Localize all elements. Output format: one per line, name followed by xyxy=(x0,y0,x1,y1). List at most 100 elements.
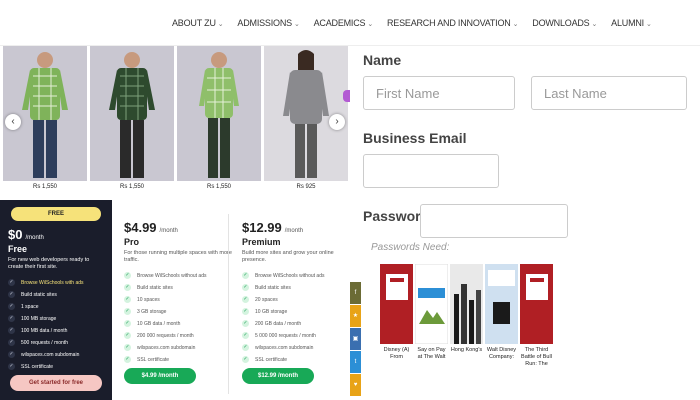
plan-price-amount: $12.99 xyxy=(242,220,282,235)
email-label: Business Email xyxy=(363,130,467,146)
feature-text: SSL certificate xyxy=(137,356,170,363)
feature-text: SSL certificate xyxy=(255,356,288,363)
book-item[interactable]: Walt Disney Company: xyxy=(485,264,518,361)
book-item[interactable]: Say on Pay at The Walt xyxy=(415,264,448,361)
carousel-next-button[interactable]: › xyxy=(329,114,345,130)
book-item[interactable]: The Third Battle of Bull Run: The xyxy=(520,264,553,368)
check-icon: ✓ xyxy=(124,272,131,280)
feature-text: 100 MB data / month xyxy=(21,327,68,334)
nav-admissions[interactable]: ADMISSIONS ⌄ xyxy=(237,18,299,28)
feature-text: wilspaces.com subdomain xyxy=(255,344,314,351)
twitter-icon[interactable]: t xyxy=(350,351,361,373)
first-name-placeholder: First Name xyxy=(376,85,440,101)
feature-list: ✓ Browse WilSchools with ads ✓ Build stati… xyxy=(8,279,104,371)
like-icon[interactable]: ♥ xyxy=(350,374,361,396)
product-card[interactable]: Rs 1,550 xyxy=(90,46,174,190)
check-icon: ✓ xyxy=(124,332,131,340)
feature-item: ✓ 200 GB data / month xyxy=(242,320,352,328)
check-icon: ✓ xyxy=(242,344,249,352)
check-icon: ✓ xyxy=(124,284,131,292)
check-icon: ✓ xyxy=(8,303,15,311)
book-title: Walt Disney Company: xyxy=(486,347,517,360)
book-title: Hong Kong's xyxy=(450,347,483,353)
book-item[interactable]: Hong Kong's xyxy=(450,264,483,354)
feature-item: ✓ 5 000 000 requests / month xyxy=(242,332,352,340)
feature-text: Browse WilSchools with ads xyxy=(21,279,84,286)
password-field[interactable] xyxy=(420,204,568,238)
first-name-field[interactable]: First Name xyxy=(363,76,515,110)
buy-premium-button[interactable]: $12.99 /month xyxy=(242,368,314,385)
feature-item: ✓ wilspaces.com subdomain xyxy=(242,344,352,352)
chevron-left-icon: ‹ xyxy=(11,116,15,127)
check-icon: ✓ xyxy=(242,296,249,304)
check-icon: ✓ xyxy=(8,291,15,299)
plan-period: /month xyxy=(159,228,178,234)
chevron-right-icon: › xyxy=(335,116,339,127)
check-icon: ✓ xyxy=(8,339,15,347)
feature-item: ✓ 100 MB storage xyxy=(8,315,104,323)
get-started-free-button[interactable]: Get started for free xyxy=(10,375,102,392)
name-label: Name xyxy=(363,52,402,68)
book-list: Disney (A) From Say on Pay at The Walt H… xyxy=(378,264,558,400)
feature-item: ✓ 1 space xyxy=(8,303,104,311)
nav-downloads-label: DOWNLOADS xyxy=(532,17,590,28)
feature-text: 200 GB data / month xyxy=(255,320,302,327)
feature-item: ✓ 100 MB data / month xyxy=(8,327,104,335)
buy-pro-button[interactable]: $4.99 /month xyxy=(124,368,196,385)
feature-text: wilspaces.com subdomain xyxy=(21,351,80,358)
share-icon[interactable]: ▣ xyxy=(350,328,361,350)
feature-text: 10 GB data / month xyxy=(137,320,181,327)
nav-research[interactable]: RESEARCH AND INNOVATION ⌄ xyxy=(387,18,518,28)
feature-text: 10 spaces xyxy=(137,296,160,303)
feature-text: Browse WilSchools without ads xyxy=(255,272,325,279)
top-nav: ABOUT ZU ⌄ ADMISSIONS ⌄ ACADEMICS ⌄ RESEARC… xyxy=(0,0,700,46)
feature-item: ✓ 3 GB storage xyxy=(124,308,234,316)
side-tab-handle[interactable] xyxy=(343,90,350,102)
feature-item: ✓ 20 spaces xyxy=(242,296,352,304)
feature-item: ✓ 200 000 requests / month xyxy=(124,332,234,340)
chevron-down-icon: ⌄ xyxy=(367,20,373,28)
feature-item: ✓ 500 requests / month xyxy=(8,339,104,347)
business-email-field[interactable] xyxy=(363,154,499,188)
check-icon: ✓ xyxy=(8,351,15,359)
book-cover xyxy=(450,264,483,344)
book-title: Disney (A) From xyxy=(383,347,410,360)
feature-item: ✓ SSL certificate xyxy=(124,356,234,364)
check-icon: ✓ xyxy=(8,315,15,323)
feature-item: ✓ Build static sites xyxy=(8,291,104,299)
feature-text: 5 000 000 requests / month xyxy=(255,332,316,339)
facebook-icon[interactable]: f xyxy=(350,282,361,304)
book-item[interactable]: Disney (A) From xyxy=(380,264,413,361)
check-icon: ✓ xyxy=(124,296,131,304)
carousel-prev-button[interactable]: ‹ xyxy=(5,114,21,130)
check-icon: ✓ xyxy=(242,356,249,364)
nav-alumni[interactable]: ALUMNI ⌄ xyxy=(611,18,652,28)
check-icon: ✓ xyxy=(8,279,15,287)
chevron-down-icon: ⌄ xyxy=(293,20,300,28)
product-price: Rs 1,550 xyxy=(206,184,231,190)
feature-text: SSL certificate xyxy=(21,363,54,370)
plan-name: Free xyxy=(8,244,28,254)
nav-academics-label: ACADEMICS xyxy=(313,17,366,28)
last-name-field[interactable]: Last Name xyxy=(531,76,687,110)
chevron-down-icon: ⌄ xyxy=(217,20,224,28)
bookmark-icon[interactable]: ★ xyxy=(350,305,361,327)
product-carousel: Rs 1,550 Rs 1,550 Rs 1,550 Rs 925 ‹ › xyxy=(0,46,350,196)
check-icon: ✓ xyxy=(242,320,249,328)
feature-item: ✓ SSL certificate xyxy=(8,363,104,371)
book-title: Say on Pay at The Walt xyxy=(417,347,446,360)
nav-about[interactable]: ABOUT ZU ⌄ xyxy=(172,18,224,28)
product-photo xyxy=(177,46,261,181)
feature-list: ✓ Browse WilSchools without ads ✓ Build st… xyxy=(124,272,234,364)
nav-academics[interactable]: ACADEMICS ⌄ xyxy=(313,17,374,28)
social-share-bar: f ★ ▣ t ♥ xyxy=(350,282,361,397)
last-name-placeholder: Last Name xyxy=(544,85,607,101)
product-card[interactable]: Rs 1,550 xyxy=(177,46,261,190)
plan-free-card: FREE $0/month Free For new web developer… xyxy=(0,200,112,400)
feature-text: Build static sites xyxy=(137,284,173,291)
plan-description: For new web developers ready to create t… xyxy=(8,257,90,271)
nav-downloads[interactable]: DOWNLOADS ⌄ xyxy=(532,18,597,28)
feature-text: Build static sites xyxy=(255,284,291,291)
plan-divider xyxy=(228,214,229,394)
feature-text: 10 GB storage xyxy=(255,308,288,315)
